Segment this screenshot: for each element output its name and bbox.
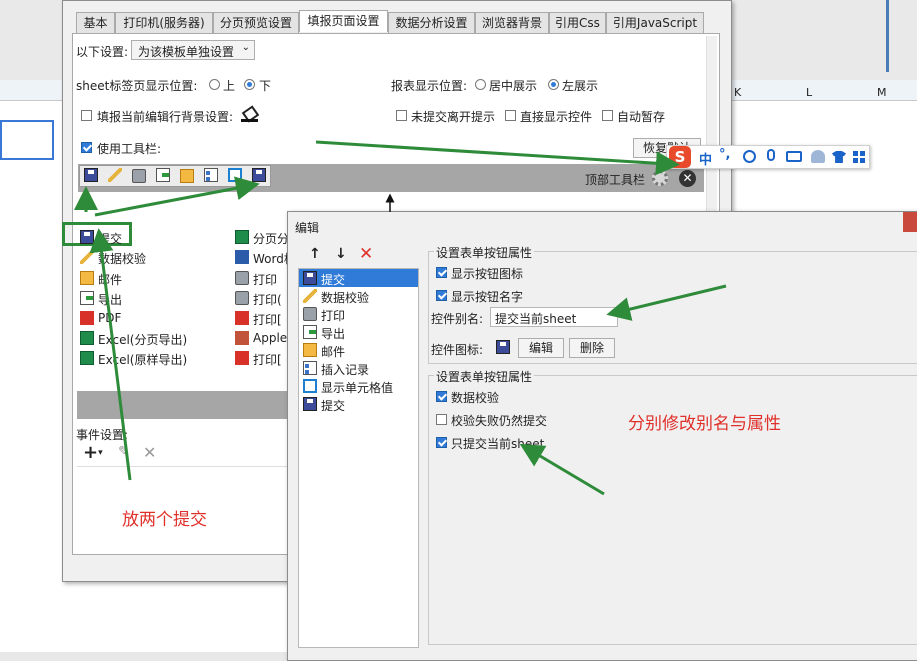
arrow-to-submit-item xyxy=(89,228,132,481)
arrow-to-only-sheet xyxy=(519,443,605,496)
arrow-to-alias xyxy=(606,284,727,321)
annotation-arrows xyxy=(74,140,727,496)
tab-fill-page-settings[interactable]: 填报页面设置 xyxy=(299,10,388,32)
arrow-to-ime xyxy=(315,140,680,176)
arrow-to-toolbar xyxy=(94,176,260,217)
